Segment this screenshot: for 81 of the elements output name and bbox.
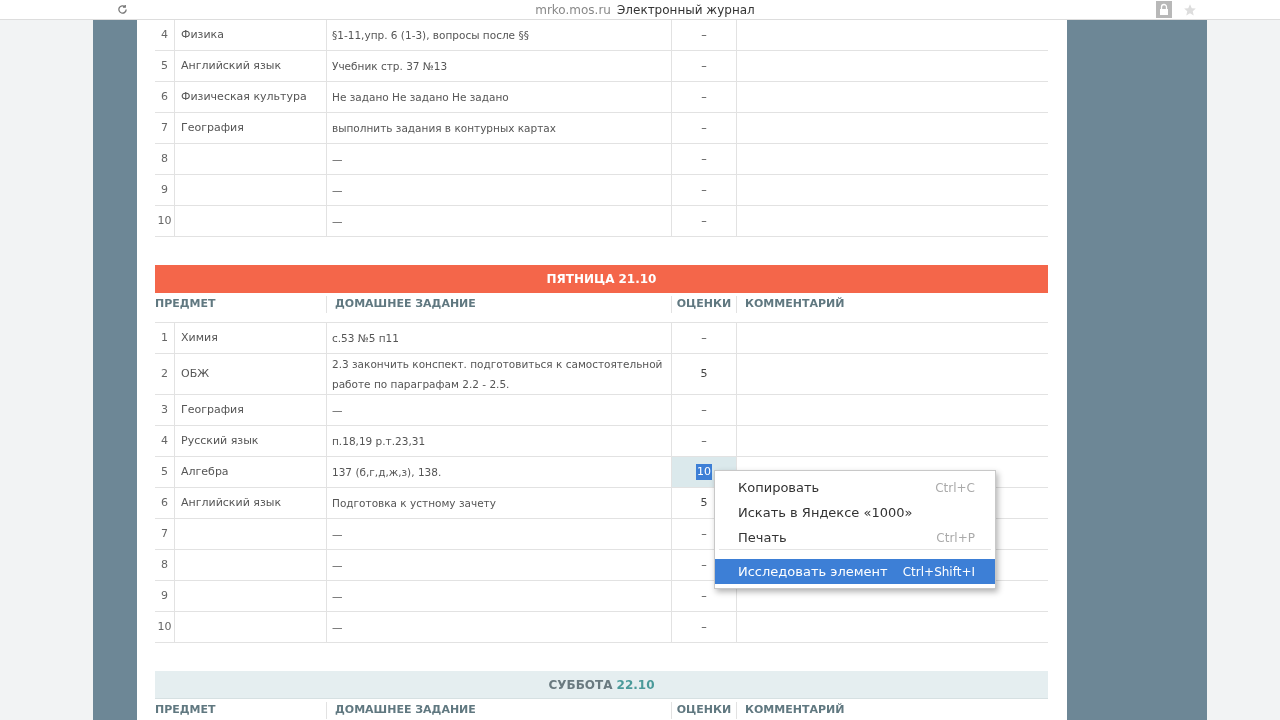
subject-cell-text: Алгебра [181,463,229,480]
subject-cell-text: Физика [181,26,224,43]
homework-cell-text: — [332,214,343,229]
menu-item[interactable]: Копировать Ctrl+C [715,475,995,500]
row-number: 3 [161,401,168,418]
day-date: 22.10 [616,676,655,694]
subject-cell-text: География [181,119,244,136]
column-header: ОЦЕНКИ [676,702,732,718]
grade-cell-text: – [701,212,707,229]
menu-item[interactable]: Искать в Яндексе «1000» [715,500,995,525]
row-number: 9 [161,587,168,604]
row-number: 7 [161,525,168,542]
grade-cell-text: – [701,401,707,418]
row-number: 8 [161,150,168,167]
grade-cell-text: – [701,432,707,449]
row-number: 1 [161,329,168,346]
grade-cell-text: 5 [700,365,708,382]
homework-cell-text: — [332,403,343,418]
grade-cell-text: – [701,26,707,43]
homework-cell-text: §1-11,упр. 6 (1-3), вопросы после §§ [332,28,529,43]
homework-cell-text: — [332,527,343,542]
subject-cell-text: Физическая культура [181,88,307,105]
row-number: 10 [157,618,172,635]
column-header: КОММЕНТАРИЙ [745,702,845,718]
homework-cell-text: — [332,558,343,573]
row-number: 2 [161,365,168,382]
subject-cell-text: Химия [181,329,218,346]
day-date: 21.10 [618,271,657,288]
homework-cell-text: Подготовка к устному зачету [332,496,496,511]
grade-cell-text: – [701,556,707,573]
column-header: ПРЕДМЕТ [155,296,216,312]
row-number: 6 [161,88,168,105]
row-number: 4 [161,432,168,449]
grade-cell-text: – [701,150,707,167]
page-domain: mrko.mos.ru [535,1,611,19]
column-header: ПРЕДМЕТ [155,702,216,718]
grade-cell-text: – [701,329,707,346]
grade-cell-text: – [701,57,707,74]
subject-cell-text: Русский язык [181,432,259,449]
menu-item[interactable]: Печать Ctrl+P [715,525,995,550]
homework-cell-text: Не задано Не задано Не задано [332,90,509,105]
subject-cell-text: Английский язык [181,57,282,74]
homework-cell-text: — [332,620,343,635]
subject-cell-text: География [181,401,244,418]
grade-cell-text: – [701,181,707,198]
row-number: 5 [161,57,168,74]
homework-cell-text: Учебник стр. 37 №13 [332,59,448,74]
grade-cell-text: – [701,587,707,604]
row-number: 10 [157,212,172,229]
day-name: ПЯТНИЦА [546,271,615,288]
reload-icon[interactable] [117,4,128,15]
subject-cell-text: ОБЖ [181,365,210,382]
grade-cell-text: 5 [700,494,708,511]
homework-cell-text: п.18,19 р.т.23,31 [332,434,426,449]
row-number: 6 [161,494,168,511]
homework-cell-text: — [332,152,343,167]
homework-cell-text: — [332,183,343,198]
column-header: ДОМАШНЕЕ ЗАДАНИЕ [335,702,476,718]
page-title: Электронный журнал [616,1,755,19]
row-number: 4 [161,26,168,43]
menu-item[interactable]: Исследовать элемент Ctrl+Shift+I [715,550,995,584]
column-header: ДОМАШНЕЕ ЗАДАНИЕ [335,296,476,312]
star-icon[interactable] [1183,3,1197,17]
row-number: 9 [161,181,168,198]
grade-cell-text: – [701,525,707,542]
row-number: 5 [161,463,168,480]
homework-cell-text: — [332,589,343,604]
homework-cell-text: с.53 №5 п11 [332,331,399,346]
grade-cell-text: – [701,618,707,635]
row-number: 8 [161,556,168,573]
column-header: КОММЕНТАРИЙ [745,296,845,312]
row-number: 7 [161,119,168,136]
homework-cell-text: выполнить задания в контурных картах [332,121,556,136]
grade-cell-text: – [701,88,707,105]
grade-cell-text: – [701,119,707,136]
homework-cell-text: 2.3 закончить конспект. подготовиться к самостоятельной работе по параграфам 2.2 - 2.5. [332,357,664,392]
column-header: ОЦЕНКИ [676,296,732,312]
homework-cell-text: 137 (б,г,д,ж,з), 138. [332,465,442,480]
subject-cell-text: Английский язык [181,494,282,511]
day-name: СУББОТА [548,676,613,694]
grade-cell: 10 [696,463,712,481]
